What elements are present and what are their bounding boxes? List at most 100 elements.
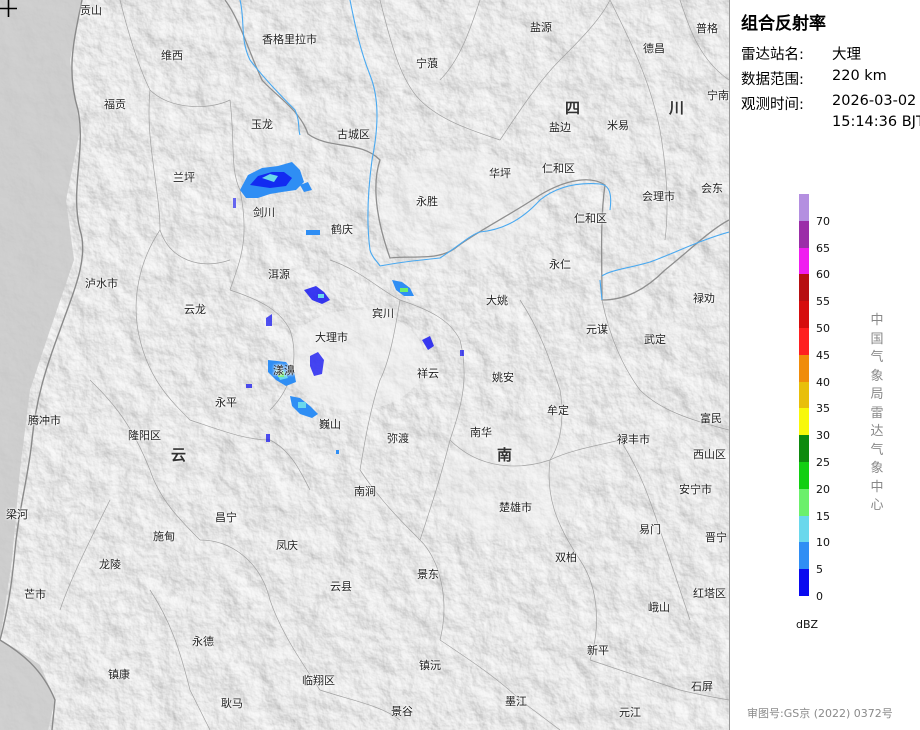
place-label: 玉龙	[251, 118, 273, 131]
place-label: 大姚	[486, 294, 508, 307]
legend-swatch	[799, 489, 809, 516]
place-label: 隆阳区	[128, 429, 161, 442]
place-label: 大理市	[315, 331, 348, 344]
organization-label: 中国气象局雷达气象中心	[870, 313, 884, 513]
legend-tick: 50	[816, 322, 830, 335]
product-title: 组合反射率	[741, 14, 826, 34]
legend-swatch	[799, 194, 809, 221]
place-label: 云龙	[184, 303, 206, 316]
legend-tick: 20	[816, 483, 830, 496]
province-label: 云	[171, 446, 187, 464]
legend-tick: 15	[816, 510, 830, 523]
place-label: 古城区	[337, 128, 370, 141]
place-label: 宾川	[372, 307, 394, 320]
legend-tick: 5	[816, 563, 823, 576]
radar-map[interactable]: 贡山 香格里拉市 盐源 普格 维西 宁蒗 德昌 宁南 福贡四川玉龙 古城区 盐边 米易 仁和区 兰坪 华坪会…	[0, 0, 729, 730]
place-label: 施甸	[153, 530, 175, 543]
place-label: 宁南	[707, 89, 729, 102]
place-label: 富民	[700, 412, 722, 425]
place-label: 腾冲市	[28, 414, 61, 427]
radar-center-crosshair-icon	[0, 0, 17, 17]
place-label: 红塔区	[693, 587, 726, 600]
time-row: 观测时间: 2026-03-02	[741, 93, 916, 114]
legend-swatch	[799, 248, 809, 275]
legend-tick: 55	[816, 295, 830, 308]
province-label: 四	[565, 99, 581, 117]
range-value: 220 km	[832, 68, 887, 84]
place-label: 永胜	[416, 195, 438, 208]
time-label: 观测时间:	[741, 97, 804, 113]
legend-swatch	[799, 569, 809, 596]
place-label: 永德	[192, 635, 214, 648]
place-label: 云县	[330, 580, 352, 593]
place-label: 新平	[587, 644, 609, 657]
radar-viewer: 贡山 香格里拉市 盐源 普格 维西 宁蒗 德昌 宁南 福贡四川玉龙 古城区 盐边 米易 仁和区 兰坪 华坪会…	[0, 0, 920, 730]
legend-swatch	[799, 462, 809, 489]
place-label: 宁蒗	[416, 57, 438, 70]
place-label: 祥云	[417, 367, 439, 380]
legend-tick: 45	[816, 349, 830, 362]
station-row: 雷达站名: 大理	[741, 43, 861, 64]
place-label: 易门	[639, 523, 661, 536]
province-label: 川	[669, 99, 685, 117]
place-label: 永平	[215, 396, 237, 409]
place-label: 维西	[161, 49, 183, 62]
place-label: 贡山	[80, 4, 102, 17]
place-label: 晋宁	[705, 531, 727, 544]
place-label: 安宁市	[679, 483, 712, 496]
place-label: 西山区	[693, 448, 726, 461]
place-label: 泸水市	[85, 277, 118, 290]
place-label: 元谋	[586, 323, 608, 336]
place-label: 弥渡	[387, 432, 409, 445]
legend-unit: dBZ	[796, 618, 819, 631]
range-row: 数据范围: 220 km	[741, 68, 887, 89]
station-label: 雷达站名:	[741, 47, 804, 63]
place-label: 鹤庆	[331, 223, 353, 236]
legend-swatch	[799, 355, 809, 382]
legend-tick: 60	[816, 268, 830, 281]
place-label: 普格	[696, 22, 718, 35]
place-label: 禄劝	[693, 292, 715, 305]
time-value-time: 15:14:36 BJT	[832, 114, 920, 130]
place-label: 墨江	[505, 695, 527, 708]
place-label: 福贡	[104, 98, 126, 111]
province-label: 南	[497, 446, 513, 464]
legend-swatch	[799, 221, 809, 248]
place-label: 镇沅	[419, 659, 441, 672]
place-label: 仁和区	[574, 212, 607, 225]
place-label: 景谷	[391, 705, 413, 718]
info-panel: 组合反射率 雷达站名: 大理 数据范围: 220 km 观测时间: 2026-0…	[729, 0, 920, 730]
legend-tick: 25	[816, 456, 830, 469]
legend-swatch	[799, 274, 809, 301]
place-label: 南涧	[354, 485, 376, 498]
place-label: 镇康	[108, 668, 130, 681]
legend-tick: 0	[816, 590, 823, 603]
legend-swatch	[799, 435, 809, 462]
place-label: 峨山	[648, 601, 670, 614]
legend-tick: 35	[816, 402, 830, 415]
place-label: 龙陵	[99, 558, 121, 571]
place-label: 耿马	[221, 697, 243, 710]
station-value: 大理	[832, 47, 861, 63]
place-label: 会理市	[642, 190, 675, 203]
legend-swatch	[799, 301, 809, 328]
map-approval-number: 审图号:GS京 (2022) 0372号	[747, 707, 893, 720]
range-label: 数据范围:	[741, 72, 804, 88]
place-label: 香格里拉市	[262, 33, 317, 46]
place-label: 景东	[417, 568, 439, 581]
place-label: 盐边	[549, 121, 571, 134]
place-label: 华坪	[489, 167, 511, 180]
place-label: 永仁	[549, 258, 571, 271]
place-label: 芒市	[24, 588, 46, 601]
legend-tick: 40	[816, 376, 830, 389]
place-label: 仁和区	[542, 162, 575, 175]
place-label: 元江	[619, 706, 641, 719]
place-label: 双柏	[555, 551, 577, 564]
place-label: 南华	[470, 426, 492, 439]
legend-tick: 70	[816, 215, 830, 228]
place-label: 昌宁	[215, 511, 237, 524]
place-label: 剑川	[253, 206, 275, 219]
place-label: 临翔区	[302, 674, 335, 687]
legend-swatch	[799, 382, 809, 409]
time-value-date: 2026-03-02	[832, 93, 917, 109]
